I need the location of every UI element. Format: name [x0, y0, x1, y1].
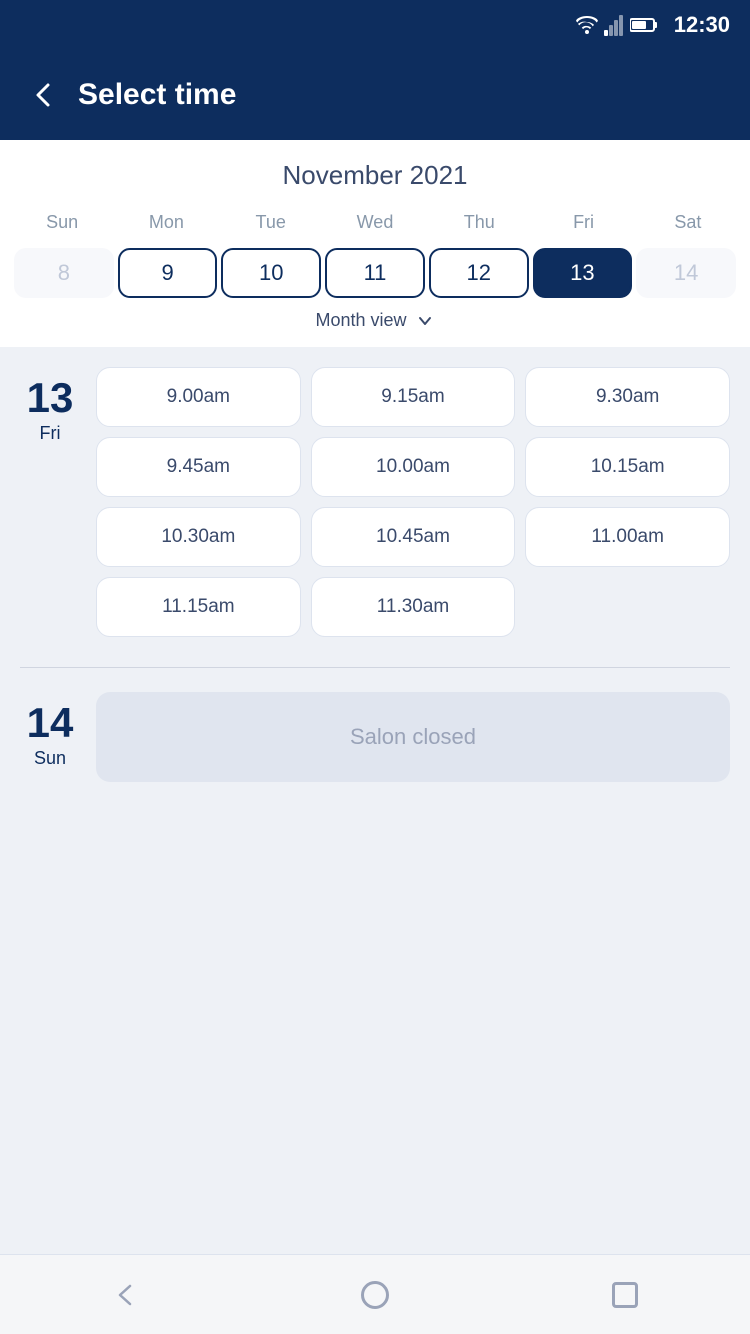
calendar-section: November 2021 Sun Mon Tue Wed Thu Fri Sa…	[0, 140, 750, 347]
weekday-sat: Sat	[636, 207, 740, 238]
day-divider	[20, 667, 730, 668]
wifi-icon	[576, 16, 598, 34]
bottom-nav	[0, 1254, 750, 1334]
time-slot-915am[interactable]: 9.15am	[311, 367, 516, 427]
day-label-14: 14 Sun	[20, 692, 80, 782]
nav-apps-button[interactable]	[595, 1265, 655, 1325]
date-12[interactable]: 12	[429, 248, 529, 298]
date-10[interactable]: 10	[221, 248, 321, 298]
time-slot-900am[interactable]: 9.00am	[96, 367, 301, 427]
chevron-down-icon	[415, 311, 435, 331]
apps-square-icon	[612, 1282, 638, 1308]
time-slot-1100am[interactable]: 11.00am	[525, 507, 730, 567]
calendar-dates: 8 9 10 11 12 13 14	[10, 248, 740, 298]
weekday-fri: Fri	[531, 207, 635, 238]
time-slot-1015am[interactable]: 10.15am	[525, 437, 730, 497]
month-year-label: November 2021	[10, 160, 740, 191]
day-block-13: 13 Fri 9.00am 9.15am 9.30am 9.45am 10.00…	[20, 367, 730, 637]
nav-back-button[interactable]	[95, 1265, 155, 1325]
time-slot-945am[interactable]: 9.45am	[96, 437, 301, 497]
time-grid-13: 9.00am 9.15am 9.30am 9.45am 10.00am 10.1…	[96, 367, 730, 637]
weekday-mon: Mon	[114, 207, 218, 238]
salon-closed-block: Salon closed	[96, 692, 730, 782]
month-view-toggle[interactable]: Month view	[10, 298, 740, 337]
date-13[interactable]: 13	[533, 248, 633, 298]
battery-icon	[630, 16, 658, 34]
page-title: Select time	[78, 78, 236, 112]
status-time: 12:30	[674, 12, 730, 38]
status-icons	[576, 14, 658, 36]
time-slot-930am[interactable]: 9.30am	[525, 367, 730, 427]
weekday-sun: Sun	[10, 207, 114, 238]
date-11[interactable]: 11	[325, 248, 425, 298]
time-slot-1115am[interactable]: 11.15am	[96, 577, 301, 637]
day-number-13: 13	[27, 377, 74, 419]
date-14[interactable]: 14	[636, 248, 736, 298]
time-slot-1030am[interactable]: 10.30am	[96, 507, 301, 567]
salon-closed-message: Salon closed	[96, 692, 730, 782]
status-bar: 12:30	[0, 0, 750, 50]
weekdays-row: Sun Mon Tue Wed Thu Fri Sat	[10, 207, 740, 238]
weekday-wed: Wed	[323, 207, 427, 238]
month-view-label: Month view	[315, 310, 406, 331]
header: Select time	[0, 50, 750, 140]
signal-icon	[604, 14, 624, 36]
back-button[interactable]	[30, 81, 58, 109]
nav-home-button[interactable]	[345, 1265, 405, 1325]
day-number-14: 14	[27, 702, 74, 744]
timeslots-section: 13 Fri 9.00am 9.15am 9.30am 9.45am 10.00…	[0, 347, 750, 1254]
time-slot-1000am[interactable]: 10.00am	[311, 437, 516, 497]
home-circle-icon	[361, 1281, 389, 1309]
day-name-14: Sun	[34, 748, 66, 769]
time-slot-1045am[interactable]: 10.45am	[311, 507, 516, 567]
day-label-13: 13 Fri	[20, 367, 80, 637]
date-9[interactable]: 9	[118, 248, 218, 298]
time-slot-1130am[interactable]: 11.30am	[311, 577, 516, 637]
day-name-13: Fri	[40, 423, 61, 444]
date-8[interactable]: 8	[14, 248, 114, 298]
weekday-thu: Thu	[427, 207, 531, 238]
weekday-tue: Tue	[219, 207, 323, 238]
day-block-14: 14 Sun Salon closed	[20, 692, 730, 782]
